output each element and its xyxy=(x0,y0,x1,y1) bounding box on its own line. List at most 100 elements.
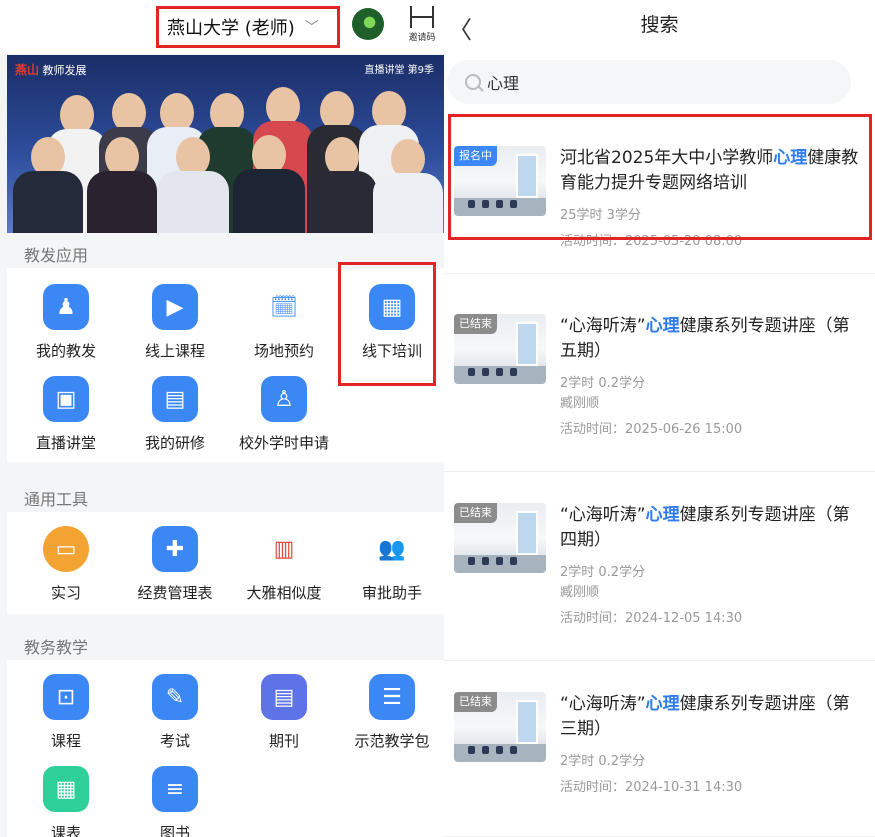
app-label: 审批助手 xyxy=(361,584,422,602)
result-credits: 2学时 0.2学分 xyxy=(560,376,646,391)
board-icon: ⊡ xyxy=(43,674,89,720)
search-query: 心理 xyxy=(487,74,520,93)
school-selector[interactable]: 燕山大学 (老师) ﹀ xyxy=(156,6,340,48)
banner-logo: 燕山 教师发展 xyxy=(15,61,87,78)
books-icon: ≡ xyxy=(152,766,198,812)
result-thumbnail: 已结束 xyxy=(454,692,546,762)
banner-person xyxy=(307,137,377,233)
app-courses[interactable]: ⊡ 课程 xyxy=(11,674,121,751)
app-exams[interactable]: ✎ 考试 xyxy=(120,674,230,751)
search-header: 〈 搜索 xyxy=(444,0,875,50)
result-title: “心海听涛”心理健康系列专题讲座（第五期） xyxy=(560,316,850,361)
chevron-down-icon: ﹀ xyxy=(304,20,319,36)
app-label: 经费管理表 xyxy=(137,584,213,602)
invite-code-button[interactable]: 邀请码 xyxy=(404,6,440,46)
screen-icon: ▶ xyxy=(152,284,198,330)
clipboard-icon: ✚ xyxy=(152,526,198,572)
section-title-teaching-apps: 教发应用 xyxy=(24,246,89,265)
highlight-offline-training xyxy=(338,262,436,386)
search-icon xyxy=(465,74,481,90)
result-item[interactable]: 已结束 “心海听涛”心理健康系列专题讲座（第三期） 2学时 0.2学分 活动时间… xyxy=(444,662,875,837)
users-icon: 👥 xyxy=(378,536,406,562)
tv-icon: ▣ xyxy=(43,376,89,422)
app-timetable[interactable]: ▦ 课表 xyxy=(11,766,121,837)
app-my-study[interactable]: ▤ 我的研修 xyxy=(120,376,230,453)
result-item[interactable]: 已结束 “心海听涛”心理健康系列专题讲座（第五期） 2学时 0.2学分 臧刚顺 … xyxy=(444,284,875,472)
app-label: 考试 xyxy=(159,732,190,750)
doc-search-icon: ▥ xyxy=(273,536,295,562)
result-title: “心海听涛”心理健康系列专题讲座（第四期） xyxy=(560,505,850,550)
banner-person xyxy=(87,137,157,233)
general-tools-grid: ▭ 实习 ✚ 经费管理表 ▥ 大雅相似度 👥 审批助手 xyxy=(7,512,444,614)
result-time: 活动时间：2024-10-31 14:30 xyxy=(560,780,743,795)
app-external-hours[interactable]: ♙ 校外学时申请 xyxy=(229,376,339,453)
app-my-development[interactable]: ♟ 我的教发 xyxy=(11,284,121,361)
app-label: 校外学时申请 xyxy=(238,434,329,452)
app-label: 场地预约 xyxy=(253,342,314,360)
result-speaker: 臧刚顺 xyxy=(560,396,600,411)
edit-icon: ✎ xyxy=(152,674,198,720)
user-badge-icon: ♙ xyxy=(261,376,307,422)
banner-logo-text: 教师发展 xyxy=(42,64,87,77)
left-panel: 燕山大学 (老师) ﹀ 邀请码 燕山 教师发展 直播讲堂 第9季 教发应用 ♟ … xyxy=(0,0,444,837)
result-item[interactable]: 已结束 “心海听涛”心理健康系列专题讲座（第四期） 2学时 0.2学分 臧刚顺 … xyxy=(444,473,875,661)
banner-person xyxy=(13,137,83,233)
section-title-academic-affairs: 教务教学 xyxy=(24,638,89,657)
app-demo-teaching-pack[interactable]: ☰ 示范教学包 xyxy=(337,674,444,751)
result-credits: 2学时 0.2学分 xyxy=(560,754,646,769)
notebook-icon: ▤ xyxy=(152,376,198,422)
result-thumbnail: 已结束 xyxy=(454,503,546,573)
result-title: “心海听涛”心理健康系列专题讲座（第三期） xyxy=(560,694,850,739)
calendar-clock-icon: 🗓 xyxy=(270,294,298,320)
banner-logo-mark: 燕山 xyxy=(15,63,40,77)
banner-person xyxy=(233,135,305,233)
app-label: 图书 xyxy=(159,824,190,837)
invite-label: 邀请码 xyxy=(408,33,436,43)
person-icon: ♟ xyxy=(43,284,89,330)
status-badge: 已结束 xyxy=(454,503,497,523)
top-bar: 燕山大学 (老师) ﹀ 邀请码 xyxy=(0,0,444,54)
right-panel: 〈 搜索 心理 报名中 河北省2025年大中小学教师心理健康教育能力提升专题网络… xyxy=(444,0,875,837)
app-label: 示范教学包 xyxy=(354,732,430,750)
page-title: 搜索 xyxy=(640,14,679,36)
document-badge-icon: ▭ xyxy=(43,526,89,572)
app-label: 我的教发 xyxy=(35,342,96,360)
search-input[interactable]: 心理 xyxy=(447,60,851,104)
app-budget-table[interactable]: ✚ 经费管理表 xyxy=(120,526,230,603)
school-name: 燕山大学 (老师) xyxy=(167,18,295,39)
result-time: 活动时间：2025-06-26 15:00 xyxy=(560,422,743,437)
app-label: 实习 xyxy=(50,584,81,602)
status-badge: 已结束 xyxy=(454,692,497,712)
app-journals[interactable]: ▤ 期刊 xyxy=(229,674,339,751)
result-credits: 2学时 0.2学分 xyxy=(560,565,646,580)
app-venue-booking[interactable]: 🗓 场地预约 xyxy=(229,284,339,361)
app-label: 课表 xyxy=(50,824,81,837)
banner-person xyxy=(157,137,229,233)
app-approval-assistant[interactable]: 👥 审批助手 xyxy=(337,526,444,603)
journal-icon: ▤ xyxy=(261,674,307,720)
banner-person xyxy=(373,139,443,233)
app-books[interactable]: ≡ 图书 xyxy=(120,766,230,837)
app-similarity-check[interactable]: ▥ 大雅相似度 xyxy=(229,526,339,603)
app-label: 期刊 xyxy=(268,732,299,750)
app-label: 直播讲堂 xyxy=(35,434,96,452)
result-thumbnail: 已结束 xyxy=(454,314,546,384)
app-online-courses[interactable]: ▶ 线上课程 xyxy=(120,284,230,361)
avatar[interactable] xyxy=(352,8,384,40)
highlight-first-result xyxy=(448,114,872,240)
app-internship[interactable]: ▭ 实习 xyxy=(11,526,121,603)
banner-season: 直播讲堂 第9季 xyxy=(364,65,434,76)
scan-icon xyxy=(410,6,434,28)
status-badge: 已结束 xyxy=(454,314,497,334)
result-speaker: 臧刚顺 xyxy=(560,585,600,600)
app-label: 课程 xyxy=(50,732,81,750)
promo-banner[interactable]: 燕山 教师发展 直播讲堂 第9季 xyxy=(7,55,444,233)
app-label: 线上课程 xyxy=(144,342,205,360)
stack-icon: ☰ xyxy=(369,674,415,720)
section-title-general-tools: 通用工具 xyxy=(24,490,89,509)
app-live-lecture[interactable]: ▣ 直播讲堂 xyxy=(11,376,121,453)
app-label: 大雅相似度 xyxy=(246,584,322,602)
app-label: 我的研修 xyxy=(144,434,205,452)
timetable-icon: ▦ xyxy=(43,766,89,812)
result-time: 活动时间：2024-12-05 14:30 xyxy=(560,611,743,626)
